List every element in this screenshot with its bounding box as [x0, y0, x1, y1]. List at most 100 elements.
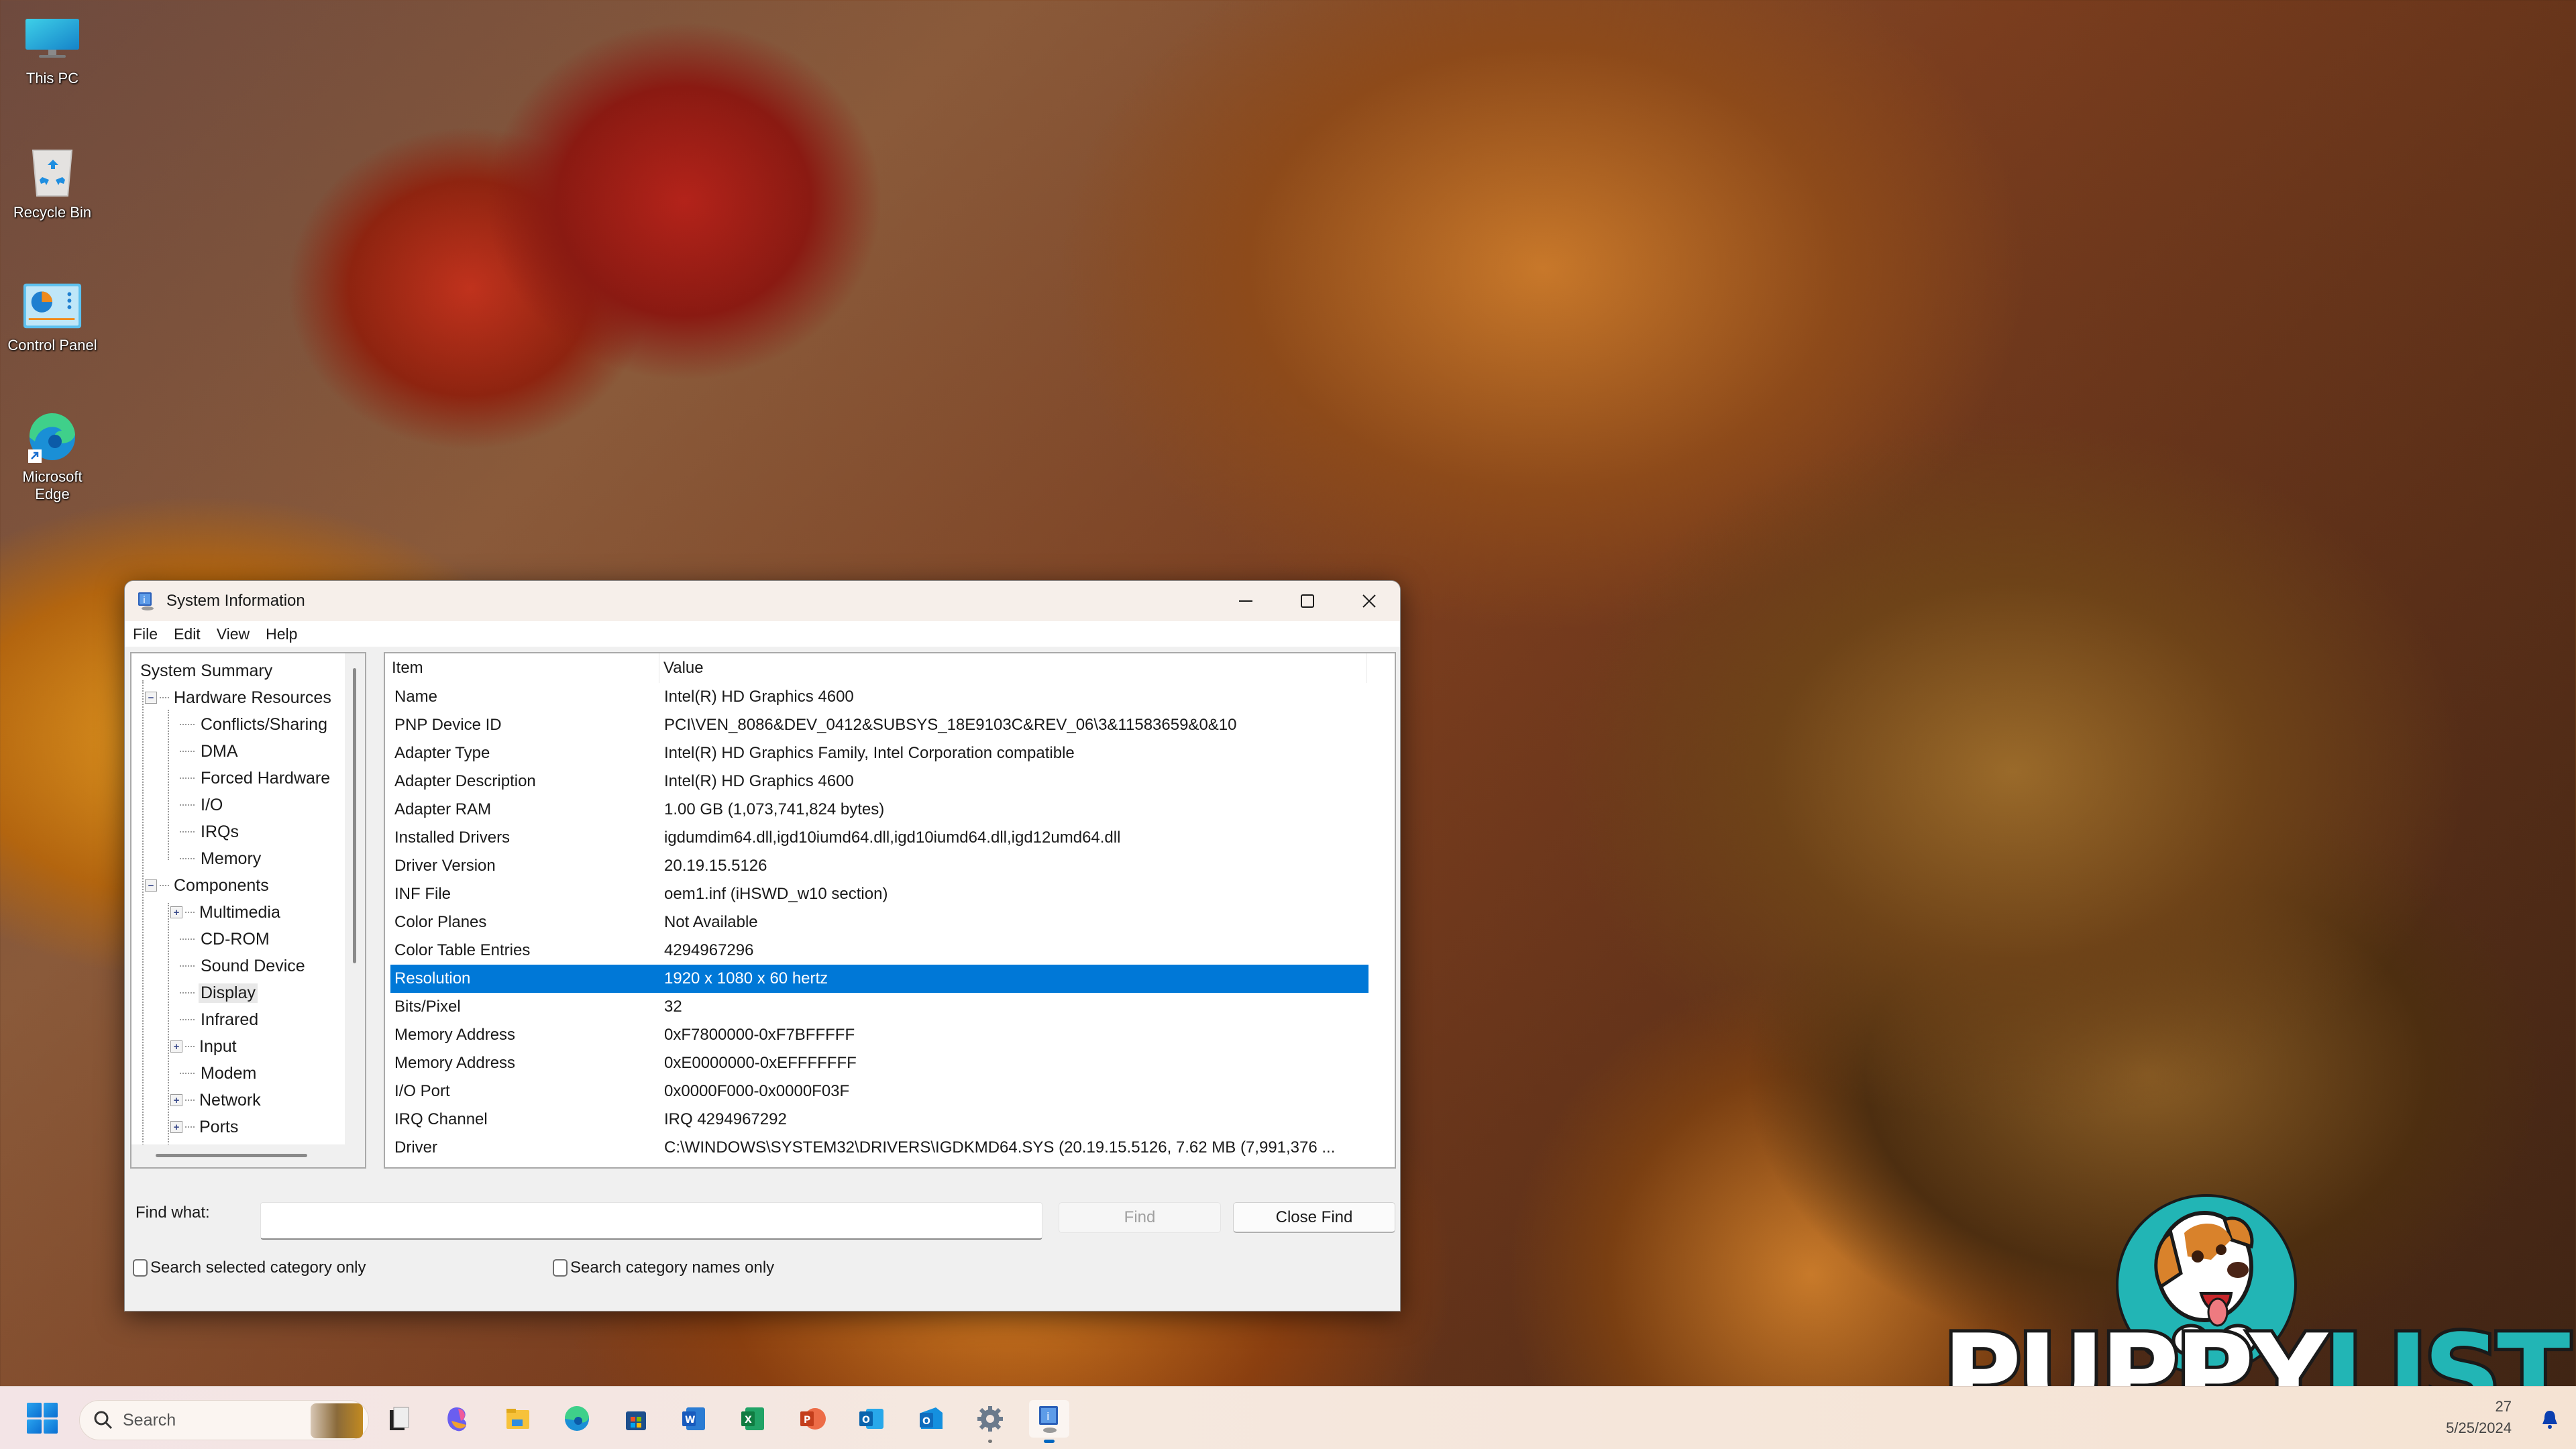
list-row[interactable]: Driver Version 20.19.15.5126 [390, 852, 1368, 880]
search-category-names-checkbox[interactable]: Search category names only [553, 1258, 774, 1277]
tree-horizontal-scrollbar[interactable] [131, 1144, 365, 1167]
checkbox-box[interactable] [553, 1259, 568, 1277]
item-cell: Bits/Pixel [394, 998, 461, 1016]
running-indicator [1044, 1440, 1055, 1443]
expand-icon[interactable]: + [170, 906, 182, 918]
expand-icon[interactable]: + [170, 1094, 182, 1106]
tree-item-system-summary[interactable]: System Summary [131, 657, 345, 684]
tree-item-ports[interactable]: + Ports [131, 1114, 345, 1140]
taskbar-app-outlook-classic[interactable]: O [852, 1400, 892, 1438]
svg-text:i: i [143, 595, 146, 606]
running-indicator [988, 1440, 992, 1443]
clock[interactable]: 27 5/25/2024 [2446, 1396, 2512, 1439]
close-find-button[interactable]: Close Find [1233, 1202, 1395, 1233]
tree-item-infrared[interactable]: Infrared [131, 1006, 345, 1033]
minimize-button[interactable] [1215, 581, 1277, 621]
list-row[interactable]: Adapter Type Intel(R) HD Graphics Family,… [390, 739, 1368, 767]
list-row[interactable]: Memory Address 0xE0000000-0xEFFFFFFF [390, 1049, 1368, 1077]
tree-item-components[interactable]: − Components [131, 872, 345, 899]
taskbar-search-box[interactable]: Search [79, 1400, 369, 1440]
scroll-thumb[interactable] [353, 668, 356, 963]
list-row[interactable]: Driver C:\WINDOWS\SYSTEM32\DRIVERS\IGDKMD… [390, 1134, 1368, 1162]
desktop-icon-recycle-bin[interactable]: Recycle Bin [5, 146, 99, 221]
value-cell: 0x0000F000-0x0000F03F [664, 1082, 850, 1100]
tree-item-display[interactable]: Display [131, 979, 345, 1006]
taskbar-app-task-view[interactable] [380, 1400, 420, 1438]
taskbar-app-powerpoint[interactable]: P [793, 1400, 833, 1438]
taskbar-app-file-explorer[interactable] [498, 1400, 538, 1438]
item-cell: Installed Drivers [394, 828, 511, 847]
maximize-icon [1301, 594, 1314, 608]
column-header-item[interactable]: Item [385, 659, 659, 678]
tree-item-conflicts-sharing[interactable]: Conflicts/Sharing [131, 711, 345, 738]
tree-item-forced-hardware[interactable]: Forced Hardware [131, 765, 345, 792]
maximize-button[interactable] [1277, 581, 1338, 621]
puppy-mascot-icon [2154, 1211, 2257, 1357]
list-row[interactable]: PNP Device ID PCI\VEN_8086&DEV_0412&SUBSY… [390, 711, 1368, 739]
tree-item-multimedia[interactable]: + Multimedia [131, 899, 345, 926]
tree-item-dma[interactable]: DMA [131, 738, 345, 765]
list-row[interactable]: Adapter Description Intel(R) HD Graphics … [390, 767, 1368, 796]
list-row[interactable]: Resolution 1920 x 1080 x 60 hertz [390, 965, 1368, 993]
start-button[interactable] [27, 1403, 58, 1434]
tree-item-printing[interactable]: Printing [131, 1167, 345, 1169]
list-row[interactable]: IRQ Channel IRQ 4294967292 [390, 1106, 1368, 1134]
menu-view[interactable]: View [217, 625, 250, 643]
search-selected-category-checkbox[interactable]: Search selected category only [133, 1258, 366, 1277]
taskbar-app-excel[interactable]: X [734, 1400, 774, 1438]
list-row[interactable]: I/O Port 0x0000F000-0x0000F03F [390, 1077, 1368, 1106]
taskbar-app-copilot[interactable] [439, 1400, 479, 1438]
close-button[interactable] [1338, 581, 1400, 621]
item-cell: Driver [394, 1138, 437, 1157]
find-what-input[interactable] [260, 1202, 1042, 1240]
taskbar-app-settings[interactable] [970, 1400, 1010, 1443]
list-row[interactable]: Memory Address 0xF7800000-0xF7BFFFFF [390, 1021, 1368, 1049]
expand-icon[interactable]: + [170, 1040, 182, 1053]
tree-item-i-o[interactable]: I/O [131, 792, 345, 818]
list-row[interactable]: Bits/Pixel 32 [390, 993, 1368, 1021]
list-header: Item Value [385, 653, 1395, 683]
taskbar-app-word[interactable]: W [675, 1400, 715, 1438]
taskbar-app-outlook-new[interactable]: O [911, 1400, 951, 1438]
list-row[interactable]: Color Planes Not Available [390, 908, 1368, 936]
taskbar-app-microsoft-store[interactable] [616, 1400, 656, 1438]
title-bar[interactable]: i System Information [125, 581, 1400, 621]
item-cell: Driver Version [394, 857, 496, 875]
checkbox-box[interactable] [133, 1259, 148, 1277]
list-row[interactable]: Color Table Entries 4294967296 [390, 936, 1368, 965]
tree-vertical-scrollbar[interactable] [345, 653, 365, 1144]
taskbar-app-system-information[interactable]: i [1029, 1400, 1069, 1443]
tree-item-modem[interactable]: Modem [131, 1060, 345, 1087]
list-row[interactable]: Installed Drivers igdumdim64.dll,igd10ium… [390, 824, 1368, 852]
find-button[interactable]: Find [1059, 1202, 1221, 1233]
svg-text:O: O [922, 1416, 930, 1427]
desktop-icon-edge[interactable]: Microsoft Edge [5, 411, 99, 503]
menu-file[interactable]: File [133, 625, 158, 643]
desktop-icon-this-pc[interactable]: This PC [5, 12, 99, 87]
expand-icon[interactable]: + [170, 1121, 182, 1133]
taskbar-app-edge[interactable] [557, 1400, 597, 1438]
scroll-thumb[interactable] [156, 1154, 307, 1157]
list-row[interactable]: INF File oem1.inf (iHSWD_w10 section) [390, 880, 1368, 908]
item-cell: Name [394, 688, 438, 706]
tree-item-network[interactable]: + Network [131, 1087, 345, 1114]
notification-bell-icon[interactable] [2541, 1409, 2559, 1430]
tree-item-input[interactable]: + Input [131, 1033, 345, 1060]
list-row[interactable]: Adapter RAM 1.00 GB (1,073,741,824 bytes) [390, 796, 1368, 824]
tree-item-hardware-resources[interactable]: − Hardware Resources [131, 684, 345, 711]
desktop-icon-control-panel[interactable]: Control Panel [5, 279, 99, 354]
system-information-app-icon: i [138, 592, 154, 610]
tree-item-sound-device[interactable]: Sound Device [131, 953, 345, 979]
menu-edit[interactable]: Edit [174, 625, 201, 643]
tree-item-irqs[interactable]: IRQs [131, 818, 345, 845]
menu-help[interactable]: Help [266, 625, 297, 643]
list-row[interactable]: Name Intel(R) HD Graphics 4600 [390, 683, 1368, 711]
item-cell: IRQ Channel [394, 1110, 488, 1128]
column-header-value[interactable]: Value [659, 653, 704, 683]
collapse-icon[interactable]: − [145, 692, 157, 704]
item-cell: Adapter Type [394, 744, 490, 762]
tree-item-cd-rom[interactable]: CD-ROM [131, 926, 345, 953]
tree-item-memory[interactable]: Memory [131, 845, 345, 872]
item-cell: Resolution [394, 969, 471, 987]
collapse-icon[interactable]: − [145, 879, 157, 892]
